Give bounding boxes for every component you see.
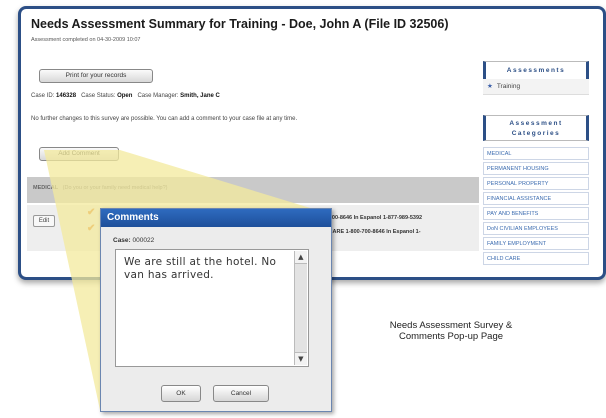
add-comment-button[interactable]: Add Comment	[39, 147, 119, 161]
medical-answer-line-1: -700-8646 In Espanol 1-877-989-5392	[327, 215, 423, 221]
sidebar-category-item[interactable]: CHILD CARE	[483, 252, 589, 265]
sidebar-category-item[interactable]: DoN CIVILIAN EMPLOYEES	[483, 222, 589, 235]
case-status-label: Case Status:	[81, 93, 116, 99]
dialog-case-line: Case: 000022	[113, 237, 154, 244]
cancel-button[interactable]: Cancel	[213, 385, 269, 402]
dialog-case-label: Case:	[113, 237, 131, 244]
case-manager-label: Case Manager:	[137, 93, 179, 99]
check-icon: ✔	[87, 223, 96, 234]
notice-text: No further changes to this survey are po…	[31, 116, 298, 122]
categories-header-line-1: Assessment	[509, 120, 563, 127]
sidebar-category-item[interactable]: PERMANENT HOUSING	[483, 162, 589, 175]
caption-line-1: Needs Assessment Survey &	[389, 320, 513, 331]
assessments-header: Assessments	[483, 61, 589, 81]
print-button[interactable]: Print for your records	[39, 69, 153, 83]
edit-button[interactable]: Edit	[33, 215, 55, 227]
sidebar-category-item[interactable]: MEDICAL	[483, 147, 589, 160]
dialog-case-value: 000022	[132, 237, 155, 244]
sidebar-item-training[interactable]: ★ Training	[483, 79, 589, 95]
medical-answer-line-2: ICARE 1-800-700-8646 In Espanol 1-	[327, 229, 421, 235]
completed-timestamp: Assessment completed on 04-30-2009 10:07	[31, 37, 141, 43]
comments-dialog: Comments Case: 000022 We are still at th…	[100, 208, 332, 412]
case-status-value: Open	[117, 93, 133, 99]
case-id-value: 146328	[56, 93, 77, 99]
case-info-line: Case ID: 146328 Case Status: Open Case M…	[31, 93, 220, 99]
medical-question-text: (Do you or your family need medical help…	[62, 185, 168, 191]
comment-textarea[interactable]: We are still at the hotel. No van has ar…	[115, 249, 309, 367]
sidebar-category-item[interactable]: PERSONAL PROPERTY	[483, 177, 589, 190]
scroll-up-icon[interactable]: ▲	[295, 251, 307, 264]
case-id-label: Case ID:	[31, 93, 55, 99]
star-icon: ★	[487, 83, 493, 90]
dialog-title: Comments	[101, 209, 331, 227]
caption-line-2: Comments Pop-up Page	[398, 331, 504, 342]
comment-text: We are still at the hotel. No van has ar…	[124, 256, 277, 281]
medical-label: MEDICAL	[33, 185, 59, 191]
comment-scrollbar[interactable]: ▲ ▼	[294, 251, 307, 365]
categories-header-line-2: Categories	[511, 130, 561, 137]
caption: Needs Assessment Survey & Comments Pop-u…	[356, 320, 546, 342]
training-label: Training	[496, 83, 521, 90]
sidebar-category-item[interactable]: FINANCIAL ASSISTANCE	[483, 192, 589, 205]
medical-question: MEDICAL (Do you or your family need medi…	[33, 185, 168, 191]
sidebar-category-item[interactable]: PAY AND BENEFITS	[483, 207, 589, 220]
check-icon: ✔	[87, 207, 96, 218]
scroll-down-icon[interactable]: ▼	[295, 352, 307, 365]
ok-button[interactable]: OK	[161, 385, 201, 402]
categories-header: Assessment Categories	[483, 115, 589, 141]
sidebar-category-item[interactable]: FAMILY EMPLOYMENT	[483, 237, 589, 250]
medical-section-header: MEDICAL (Do you or your family need medi…	[27, 177, 479, 203]
case-manager-value: Smith, Jane C	[180, 93, 220, 99]
page-title: Needs Assessment Summary for Training - …	[31, 17, 449, 31]
